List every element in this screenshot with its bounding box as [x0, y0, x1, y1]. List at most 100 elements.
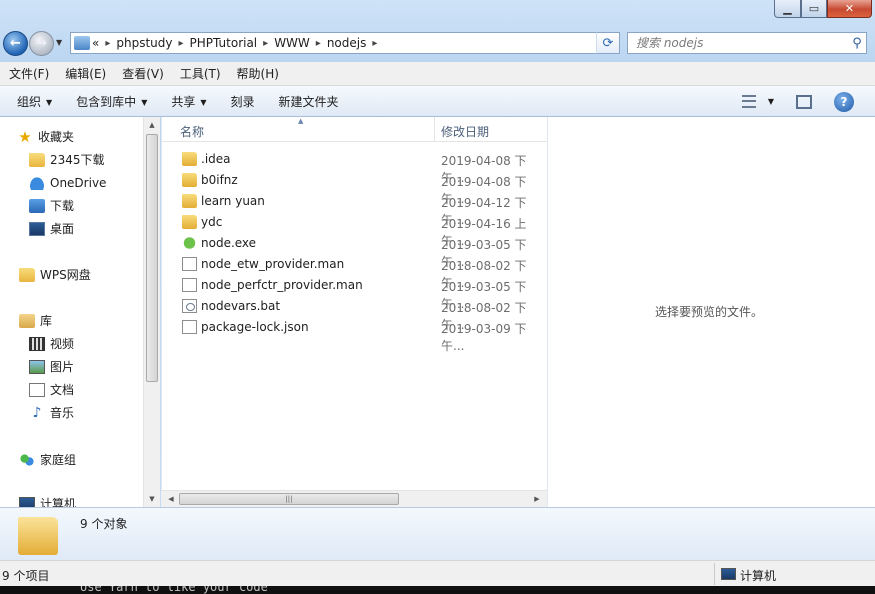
chevron-right-icon[interactable]: ▸	[366, 38, 383, 49]
sidebar-item-computer[interactable]: 计算机	[19, 493, 76, 507]
sidebar-item-music[interactable]: ♪ 音乐	[29, 402, 74, 423]
caption-buttons: ▁ ▭ ✕	[774, 0, 872, 20]
sidebar-item-label: 文档	[50, 383, 75, 397]
file-row-node-etw-provider[interactable]: node_etw_provider.man 2018-08-02 下午...	[162, 254, 548, 290]
chevron-right-icon[interactable]: ▸	[99, 38, 116, 49]
folder-icon	[29, 152, 45, 167]
sidebar-item-documents[interactable]: 文档	[29, 379, 74, 400]
file-icon	[182, 257, 197, 271]
menu-view[interactable]: 查看(V)	[117, 65, 169, 82]
refresh-button[interactable]: ⟳	[596, 32, 620, 54]
background-terminal: Use Yarn to like your code	[0, 586, 875, 594]
minimize-button[interactable]: ▁	[774, 0, 801, 18]
navigation-pane-scrollbar[interactable]: ▲ ▼	[143, 117, 160, 507]
include-in-library-label: 包含到库中	[76, 94, 137, 109]
menu-edit[interactable]: 编辑(E)	[60, 65, 111, 82]
view-options-icon[interactable]	[741, 94, 764, 110]
navigation-bar: ← → ▼ « ▸ phpstudy ▸ PHPTutorial ▸ WWW ▸…	[0, 28, 875, 58]
preview-pane-icon[interactable]	[796, 94, 812, 109]
file-row-ydc[interactable]: ydc 2019-04-16 上午...	[162, 212, 548, 248]
include-in-library-button[interactable]: 包含到库中 ▼	[69, 93, 154, 110]
file-row-package-lock-json[interactable]: package-lock.json 2019-03-09 下午...	[162, 317, 548, 353]
sidebar-item-favorites[interactable]: ★ 收藏夹	[17, 126, 74, 147]
breadcrumb-nodejs[interactable]: nodejs	[327, 36, 367, 50]
library-icon	[19, 313, 35, 328]
status-bar: 9 个项目 计算机	[0, 560, 875, 586]
chevron-right-icon[interactable]: ▸	[257, 38, 274, 49]
sidebar-item-label: 2345下载	[50, 153, 105, 167]
sidebar-item-pictures[interactable]: 图片	[29, 356, 74, 377]
scroll-down-icon[interactable]: ▼	[144, 491, 160, 507]
sidebar-item-label: OneDrive	[50, 175, 107, 190]
search-input[interactable]	[628, 36, 848, 50]
caret-down-icon: ▼	[141, 97, 148, 107]
column-header-date[interactable]: 修改日期	[441, 123, 489, 140]
address-bar[interactable]: « ▸ phpstudy ▸ PHPTutorial ▸ WWW ▸ nodej…	[70, 32, 620, 54]
back-button[interactable]: ←	[3, 31, 28, 56]
node-exe-icon	[182, 236, 197, 250]
file-list-horizontal-scrollbar[interactable]: ◀ ||| ▶	[161, 490, 547, 507]
command-bar: 组织 ▼ 包含到库中 ▼ 共享 ▼ 刻录 新建文件夹 ▼ ?	[0, 86, 875, 117]
file-row-idea[interactable]: .idea 2019-04-08 下午...	[162, 149, 548, 185]
sidebar-item-label: 桌面	[50, 222, 75, 236]
scrollbar-thumb[interactable]: |||	[179, 493, 399, 505]
star-icon: ★	[18, 127, 32, 146]
explorer-window: ▁ ▭ ✕ ← → ▼ « ▸ phpstudy ▸ PHPTutorial ▸…	[0, 0, 875, 586]
help-icon[interactable]: ?	[834, 91, 854, 112]
homegroup-icon	[19, 452, 35, 467]
caret-down-icon: ▼	[200, 97, 207, 107]
burn-button[interactable]: 刻录	[224, 93, 262, 110]
maximize-button[interactable]: ▭	[801, 0, 827, 18]
sidebar-item-videos[interactable]: 视频	[29, 333, 74, 354]
menu-file[interactable]: 文件(F)	[4, 65, 54, 82]
scrollbar-thumb[interactable]	[146, 134, 158, 382]
download-folder-icon	[29, 198, 45, 213]
breadcrumb-overflow[interactable]: «	[92, 36, 99, 50]
sidebar-item-homegroup[interactable]: 家庭组	[19, 449, 76, 470]
sidebar-item-libraries[interactable]: 库	[19, 310, 52, 331]
search-box[interactable]: ⚲	[627, 32, 867, 54]
column-divider[interactable]	[434, 117, 435, 142]
menu-help[interactable]: 帮助(H)	[232, 65, 284, 82]
file-row-nodevars-bat[interactable]: nodevars.bat 2018-08-02 下午...	[162, 296, 548, 332]
scroll-right-icon[interactable]: ▶	[529, 491, 545, 507]
sidebar-item-onedrive[interactable]: OneDrive	[29, 172, 106, 193]
chevron-right-icon[interactable]: ▸	[310, 38, 327, 49]
scroll-up-icon[interactable]: ▲	[144, 117, 160, 133]
new-folder-button[interactable]: 新建文件夹	[272, 93, 346, 110]
computer-icon	[721, 568, 736, 580]
sidebar-item-wps-drive[interactable]: WPS网盘	[19, 264, 91, 285]
column-header-name[interactable]: 名称	[180, 123, 204, 140]
refresh-icon: ⟳	[602, 35, 614, 51]
forward-button[interactable]: →	[29, 31, 54, 56]
command-bar-right: ▼ ?	[741, 86, 875, 117]
scroll-left-icon[interactable]: ◀	[163, 491, 179, 507]
chevron-right-icon[interactable]: ▸	[173, 38, 190, 49]
sidebar-item-label: 音乐	[50, 406, 75, 420]
status-location: 计算机	[740, 569, 777, 583]
recent-pages-dropdown[interactable]: ▼	[56, 38, 66, 48]
navigation-pane: ★ 收藏夹 2345下载 OneDrive 下载 桌面 WPS网盘 库 视频 图…	[0, 117, 160, 507]
breadcrumb-phpstudy[interactable]: phpstudy	[116, 36, 172, 50]
share-button[interactable]: 共享 ▼	[164, 93, 213, 110]
menu-tools[interactable]: 工具(T)	[175, 65, 226, 82]
file-row-b0ifnz[interactable]: b0ifnz 2019-04-08 下午...	[162, 170, 548, 206]
sidebar-item-2345-downloads[interactable]: 2345下载	[29, 149, 105, 170]
view-dropdown-icon[interactable]: ▼	[768, 97, 774, 106]
sidebar-item-desktop[interactable]: 桌面	[29, 218, 74, 239]
file-row-node-exe[interactable]: node.exe 2019-03-05 下午...	[162, 233, 548, 269]
file-name: node_perfctr_provider.man	[201, 278, 363, 292]
file-row-learn-yuan[interactable]: learn yuan 2019-04-12 下午...	[162, 191, 548, 227]
file-name: package-lock.json	[201, 320, 309, 334]
file-row-node-perfctr-provider[interactable]: node_perfctr_provider.man 2019-03-05 下午.…	[162, 275, 548, 311]
sort-ascending-icon: ▲	[298, 117, 304, 125]
close-button[interactable]: ✕	[827, 0, 872, 18]
search-icon[interactable]: ⚲	[848, 36, 866, 51]
breadcrumb-www[interactable]: WWW	[274, 36, 310, 50]
organize-button[interactable]: 组织 ▼	[10, 93, 59, 110]
file-icon	[182, 278, 197, 292]
breadcrumb-phptutorial[interactable]: PHPTutorial	[190, 36, 258, 50]
sidebar-item-downloads[interactable]: 下载	[29, 195, 74, 216]
arrow-right-icon: →	[36, 36, 47, 51]
document-icon	[29, 382, 45, 397]
